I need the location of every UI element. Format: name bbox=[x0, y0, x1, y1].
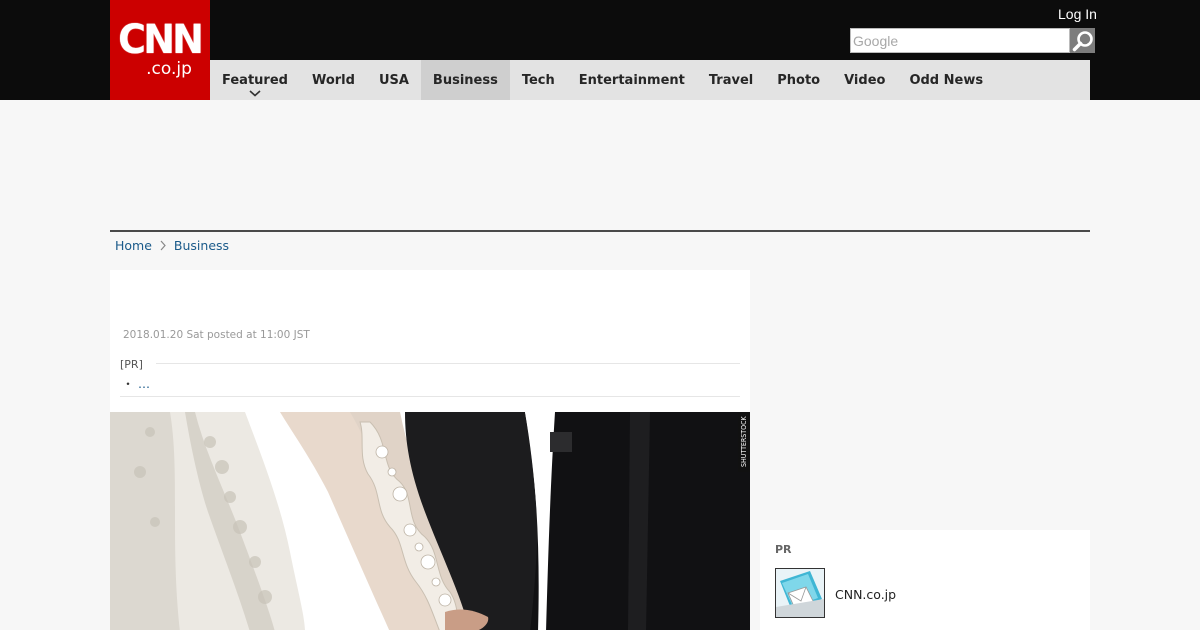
nav-featured[interactable]: Featured bbox=[210, 60, 300, 100]
nav-label: Featured bbox=[222, 72, 288, 88]
nav-travel[interactable]: Travel bbox=[697, 60, 765, 100]
nav-video[interactable]: Video bbox=[832, 60, 897, 100]
main-nav: Featured World USA Business Tech Enterta… bbox=[210, 60, 1090, 100]
nav-tech[interactable]: Tech bbox=[510, 60, 567, 100]
search-input[interactable] bbox=[851, 29, 1069, 52]
nav-label: Video bbox=[844, 72, 886, 88]
nav-world[interactable]: World bbox=[300, 60, 367, 100]
nav-label: Odd News bbox=[909, 72, 984, 88]
pr-link[interactable]: … bbox=[138, 377, 150, 391]
pr-divider bbox=[156, 363, 740, 364]
sidebar-pr-title: PR bbox=[775, 543, 792, 556]
nav-odd-news[interactable]: Odd News bbox=[897, 60, 995, 100]
section-divider bbox=[110, 230, 1090, 232]
nav-label: Travel bbox=[708, 72, 754, 88]
nav-label: World bbox=[311, 72, 355, 88]
nav-label: Business bbox=[432, 72, 498, 88]
nav-label: USA bbox=[378, 72, 409, 88]
search-button[interactable] bbox=[1070, 28, 1095, 53]
sidebar-pr-box: PR CNN.co.jp bbox=[760, 530, 1090, 630]
pr-list-item: ・… bbox=[122, 375, 150, 392]
pr-thumbnail[interactable] bbox=[775, 568, 825, 618]
wedding-hands-illustration bbox=[110, 412, 750, 630]
nav-label: Tech bbox=[521, 72, 555, 88]
site-logo[interactable]: CNN .co.jp bbox=[110, 0, 210, 100]
breadcrumb: Home Business bbox=[115, 238, 229, 253]
article-photo: SHUTTERSTOCK bbox=[110, 412, 750, 630]
breadcrumb-business[interactable]: Business bbox=[174, 238, 229, 253]
pr-divider-bottom bbox=[120, 396, 740, 397]
login-link[interactable]: Log In bbox=[1058, 6, 1097, 22]
post-timestamp: 2018.01.20 Sat posted at 11:00 JST bbox=[123, 329, 310, 341]
pr-label: [PR] bbox=[120, 358, 143, 371]
nav-usa[interactable]: USA bbox=[367, 60, 421, 100]
chevron-down-icon bbox=[249, 90, 261, 97]
chevron-right-icon bbox=[160, 240, 166, 251]
logo-main-text: CNN bbox=[118, 17, 205, 63]
top-header: CNN .co.jp Log In Featured World USA Bus… bbox=[0, 0, 1200, 100]
search-box bbox=[850, 28, 1070, 53]
breadcrumb-home[interactable]: Home bbox=[115, 238, 152, 253]
nav-business[interactable]: Business bbox=[420, 60, 510, 100]
nav-entertainment[interactable]: Entertainment bbox=[567, 60, 697, 100]
sidebar-pr-link[interactable]: CNN.co.jp bbox=[835, 587, 896, 602]
mail-device-icon bbox=[776, 569, 824, 617]
article-card: 2018.01.20 Sat posted at 11:00 JST [PR] … bbox=[110, 270, 750, 630]
nav-label: Entertainment bbox=[578, 72, 685, 88]
search-icon bbox=[1072, 30, 1093, 51]
photo-credit: SHUTTERSTOCK bbox=[738, 412, 750, 472]
nav-label: Photo bbox=[777, 72, 821, 88]
bullet: ・ bbox=[122, 377, 135, 391]
nav-photo[interactable]: Photo bbox=[765, 60, 832, 100]
